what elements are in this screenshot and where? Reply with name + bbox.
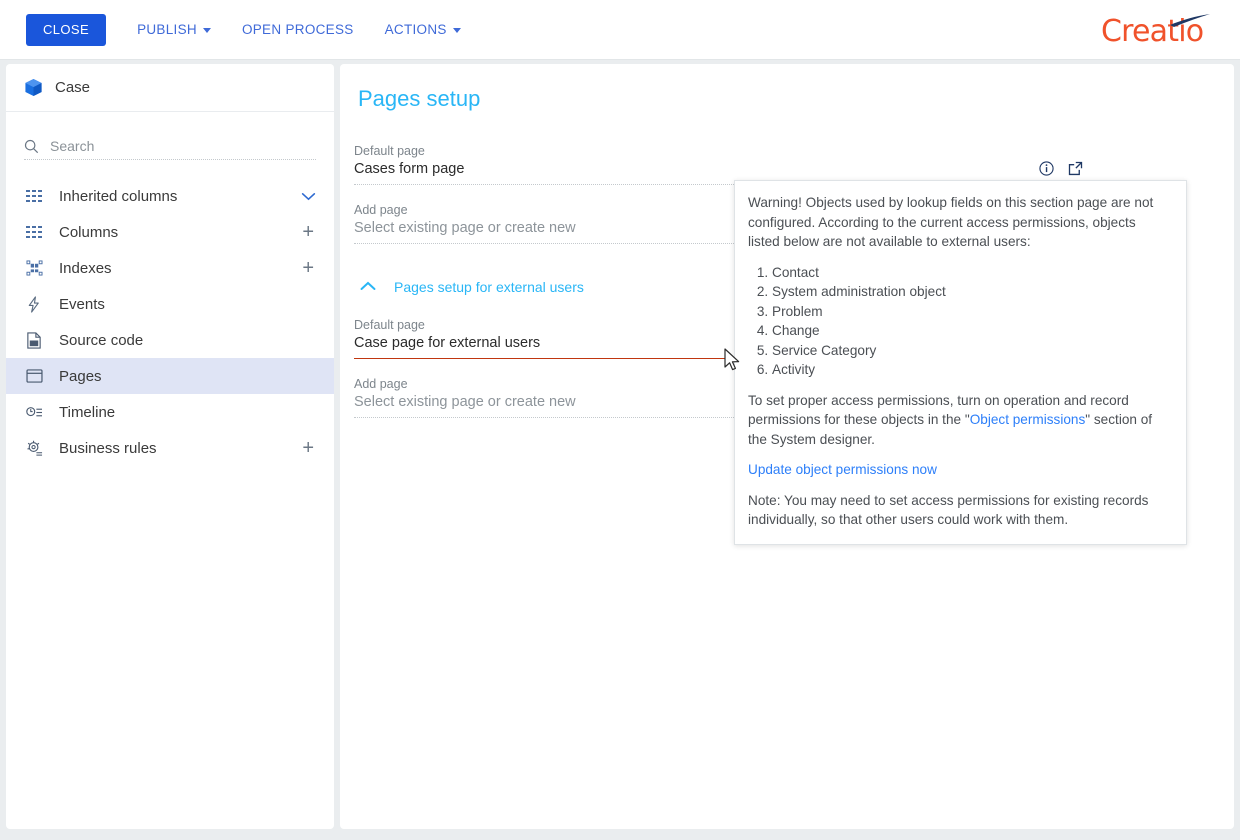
actions-menu-label: ACTIONS: [384, 22, 447, 37]
columns-icon: [26, 189, 48, 203]
field-value: Cases form page: [354, 161, 465, 177]
open-process-button[interactable]: OPEN PROCESS: [242, 22, 354, 37]
list-item: Service Category: [772, 341, 1170, 361]
sidebar-item-events[interactable]: Events: [6, 286, 334, 322]
publish-menu-label: PUBLISH: [137, 22, 197, 37]
search-icon: [24, 139, 39, 154]
field-label: Default page: [354, 144, 425, 158]
object-permissions-link[interactable]: Object permissions: [970, 412, 1086, 427]
sidebar-item-indexes[interactable]: Indexes +: [6, 250, 334, 286]
external-users-section-label: Pages setup for external users: [394, 279, 584, 295]
sidebar-nav: Inherited columns Columns + Indexes + Ev…: [6, 178, 334, 466]
open-process-label: OPEN PROCESS: [241, 22, 354, 37]
sidebar-header: Case: [6, 64, 334, 112]
update-object-permissions-link[interactable]: Update object permissions now: [748, 460, 1170, 480]
list-item: System administration object: [772, 282, 1170, 302]
tooltip-object-list: Contact System administration object Pro…: [748, 263, 1170, 380]
sidebar-item-pages[interactable]: Pages: [6, 358, 334, 394]
default-page-field-icons: [1039, 161, 1083, 181]
sidebar-item-label: Source code: [59, 331, 144, 349]
sidebar-item-label: Events: [59, 295, 105, 313]
top-toolbar: CLOSE PUBLISH OPEN PROCESS ACTIONS Creat…: [0, 0, 1240, 60]
list-item: Contact: [772, 263, 1170, 283]
close-button[interactable]: CLOSE: [26, 13, 107, 46]
list-item: Activity: [772, 360, 1170, 380]
sidebar-item-label: Indexes: [59, 259, 112, 277]
chevron-down-icon: [452, 28, 461, 33]
columns-icon: [26, 225, 48, 239]
sidebar-item-label: Inherited columns: [59, 187, 178, 205]
lightning-icon: [26, 295, 48, 313]
actions-menu[interactable]: ACTIONS: [385, 22, 461, 37]
search-field[interactable]: [24, 130, 316, 160]
publish-menu[interactable]: PUBLISH: [137, 22, 211, 37]
cube-icon: [25, 78, 42, 97]
creatio-logo: Creatio: [1101, 13, 1216, 51]
sidebar-item-label: Pages: [59, 367, 102, 385]
plus-icon[interactable]: +: [302, 222, 316, 242]
tooltip-warning-text: Warning! Objects used by lookup fields o…: [748, 195, 1154, 249]
gear-rules-icon: [26, 440, 48, 457]
chevron-down-icon: [202, 28, 211, 33]
list-item: Change: [772, 321, 1170, 341]
sidebar-item-columns[interactable]: Columns +: [6, 214, 334, 250]
warning-tooltip: Warning! Objects used by lookup fields o…: [734, 180, 1187, 545]
sidebar-item-business-rules[interactable]: Business rules +: [6, 430, 334, 466]
page-title: Pages setup: [358, 86, 481, 111]
plus-icon[interactable]: +: [302, 438, 316, 458]
sidebar-header-label: Case: [55, 79, 91, 96]
tooltip-permissions-text: To set proper access permissions, turn o…: [748, 391, 1170, 450]
sidebar-panel: Case Inhe: [6, 64, 334, 829]
tooltip-note-text: Note: You may need to set access permiss…: [748, 492, 1149, 528]
chevron-down-icon[interactable]: [301, 192, 316, 201]
sidebar-item-label: Business rules: [59, 439, 157, 457]
timeline-icon: [26, 405, 48, 420]
chevron-up-icon: [360, 278, 376, 296]
plus-icon[interactable]: +: [302, 258, 316, 278]
default-page-field[interactable]: Default page Cases form page: [354, 144, 1083, 185]
indexes-icon: [26, 260, 48, 276]
source-code-icon: [26, 331, 48, 349]
sidebar-item-label: Timeline: [59, 403, 116, 421]
sidebar-item-source-code[interactable]: Source code: [6, 322, 334, 358]
list-item: Problem: [772, 302, 1170, 322]
sidebar-item-timeline[interactable]: Timeline: [6, 394, 334, 430]
external-link-icon[interactable]: [1068, 161, 1083, 181]
creatio-swoosh-icon: [1170, 14, 1210, 27]
search-input[interactable]: [50, 138, 300, 154]
sidebar-item-label: Columns: [59, 223, 119, 241]
info-icon[interactable]: [1039, 161, 1054, 181]
sidebar-item-inherited-columns[interactable]: Inherited columns: [6, 178, 334, 214]
page-window-icon: [26, 369, 48, 383]
